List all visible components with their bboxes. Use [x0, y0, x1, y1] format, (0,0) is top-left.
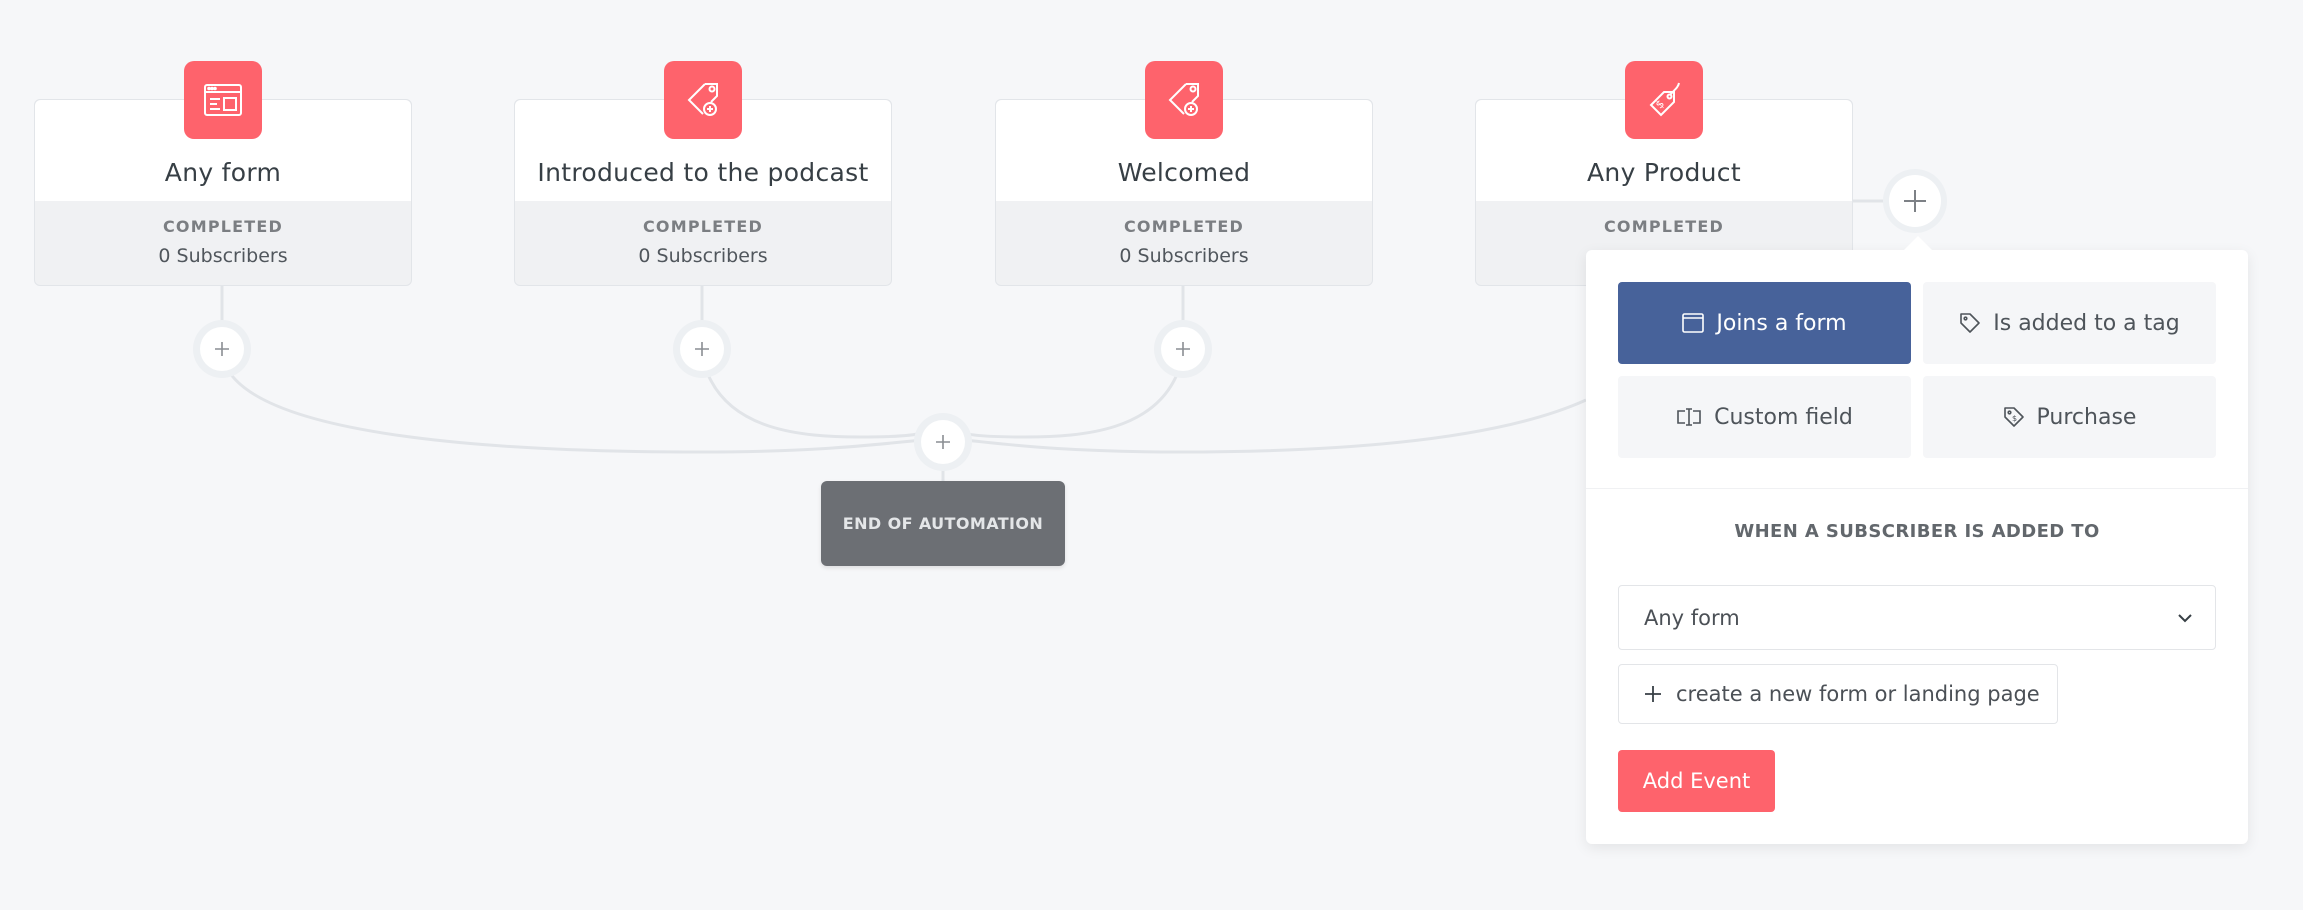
form-window-icon	[184, 61, 262, 139]
subscriber-count: 0 Subscribers	[638, 245, 768, 267]
custom-field-icon	[1677, 408, 1701, 426]
option-label: Joins a form	[1716, 310, 1847, 336]
event-type-options: Joins a form Is added to a tag Custom fi…	[1618, 282, 2216, 458]
plus-icon	[1904, 190, 1926, 212]
option-purchase[interactable]: $ Purchase	[1923, 376, 2216, 458]
panel-heading: WHEN A SUBSCRIBER IS ADDED TO	[1734, 521, 2100, 542]
end-of-automation: END OF AUTOMATION	[821, 481, 1065, 566]
event-title: Any Product	[1587, 158, 1741, 187]
option-label: Is added to a tag	[1993, 310, 2180, 336]
connector-curve	[226, 369, 923, 454]
form-select[interactable]: Any form	[1618, 585, 2216, 650]
plus-icon	[215, 342, 229, 356]
create-form-label: create a new form or landing page	[1676, 682, 2040, 706]
connector-curve	[963, 371, 1180, 439]
subscriber-count: 0 Subscribers	[158, 245, 288, 267]
tag-add-icon	[664, 61, 742, 139]
chevron-down-icon	[2178, 613, 2192, 622]
event-card-welcomed[interactable]: Welcomed COMPLETED 0 Subscribers	[995, 61, 1373, 286]
event-card-introduced-podcast[interactable]: Introduced to the podcast COMPLETED 0 Su…	[514, 61, 892, 286]
option-label: Custom field	[1714, 404, 1853, 430]
subscriber-count: 0 Subscribers	[1119, 245, 1249, 267]
tag-add-icon	[1145, 61, 1223, 139]
price-tag-icon: $	[1625, 61, 1703, 139]
price-tag-icon: $	[2003, 407, 2024, 427]
add-event-submit-button[interactable]: Add Event	[1618, 750, 1775, 812]
event-title: Welcomed	[1117, 158, 1251, 187]
plus-icon	[1645, 686, 1661, 702]
add-event-panel: Joins a form Is added to a tag Custom fi…	[1586, 236, 2248, 844]
event-title: Introduced to the podcast	[537, 158, 869, 187]
event-title: Any form	[164, 158, 282, 187]
status-label: COMPLETED	[1123, 217, 1245, 236]
event-card-any-form[interactable]: Any form COMPLETED 0 Subscribers	[34, 61, 412, 286]
svg-text:$: $	[2012, 414, 2017, 423]
option-custom-field[interactable]: Custom field	[1618, 376, 1911, 458]
tag-icon	[1960, 313, 1981, 333]
add-step-button[interactable]	[680, 327, 724, 371]
add-step-button[interactable]	[200, 327, 244, 371]
status-label: COMPLETED	[162, 217, 284, 236]
connector-curve	[963, 398, 1587, 454]
option-label: Purchase	[2036, 404, 2137, 430]
status-label: COMPLETED	[1603, 217, 1725, 236]
add-step-button[interactable]	[1161, 327, 1205, 371]
add-step-button[interactable]	[921, 420, 965, 464]
form-select-value: Any form	[1644, 605, 1740, 630]
plus-icon	[1176, 342, 1190, 356]
add-event-button[interactable]	[1889, 175, 1941, 227]
status-label: COMPLETED	[642, 217, 764, 236]
panel-caret	[1904, 236, 1932, 250]
create-form-link[interactable]: create a new form or landing page	[1618, 664, 2058, 724]
connector-curve	[705, 371, 923, 439]
form-window-icon	[1682, 313, 1705, 333]
option-joins-form[interactable]: Joins a form	[1618, 282, 1911, 364]
plus-icon	[936, 435, 950, 449]
option-added-to-tag[interactable]: Is added to a tag	[1923, 282, 2216, 364]
plus-icon	[695, 342, 709, 356]
panel-divider	[1586, 488, 2248, 489]
automation-canvas: Any form COMPLETED 0 Subscribers Introdu…	[0, 0, 2303, 910]
